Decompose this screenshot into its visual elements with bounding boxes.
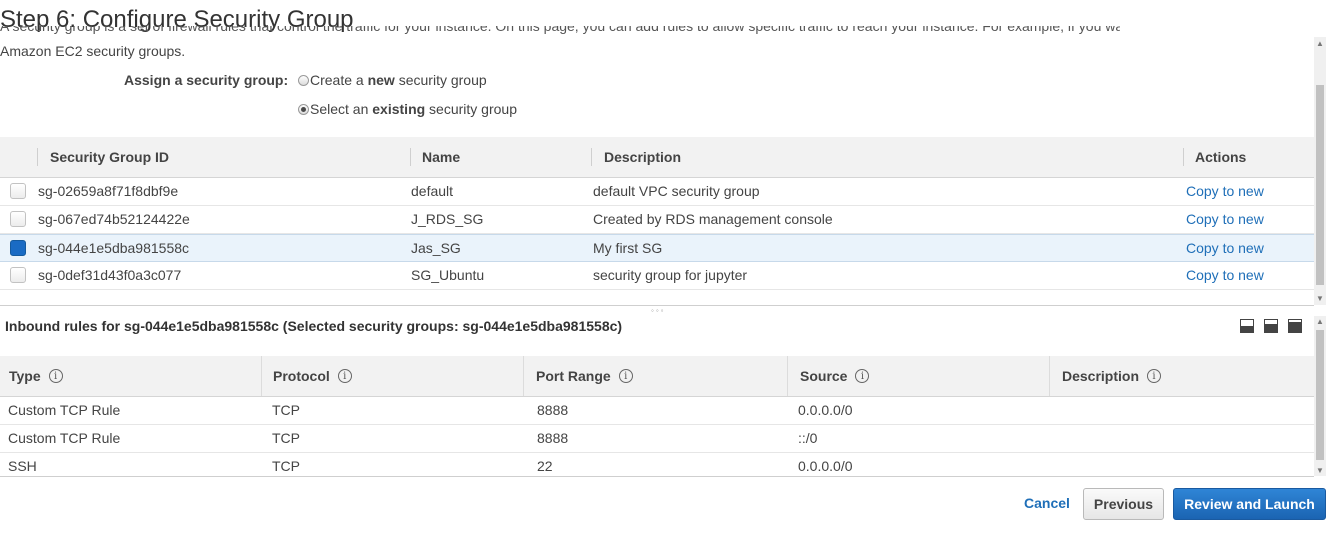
column-separator[interactable] [591,148,592,166]
rule-protocol-cell: TCP [272,402,300,418]
create-new-label: Create a new security group [310,72,487,88]
row-checkbox[interactable] [10,183,26,199]
scroll-up-arrow-icon[interactable]: ▲ [1316,39,1324,48]
copy-to-new-link[interactable]: Copy to new [1186,178,1264,205]
upper-scrollbar[interactable]: ▲ ▼ [1314,37,1326,305]
row-checkbox[interactable] [10,267,26,283]
panel-small-icon[interactable] [1240,319,1254,333]
inbound-rules-title: Inbound rules for sg-044e1e5dba981558c (… [5,318,623,334]
scroll-down-arrow-icon[interactable]: ▼ [1316,466,1324,475]
info-icon[interactable]: i [1147,369,1162,383]
scrollbar-thumb[interactable] [1316,330,1324,460]
scroll-up-arrow-icon[interactable]: ▲ [1316,317,1324,326]
column-header-port-range: Port Range i [536,356,633,396]
rules-table-header: Type i Protocol i Port Range i Source i Desc… [0,356,1314,397]
rule-row: Custom TCP Rule TCP 8888 0.0.0.0/0 [0,397,1314,425]
column-separator [787,356,788,396]
table-row[interactable]: sg-067ed74b52124422e J_RDS_SG Created by… [0,206,1314,234]
info-icon[interactable]: i [337,369,352,383]
sg-name-cell: SG_Ubuntu [411,267,485,283]
column-header-description[interactable]: Description [604,137,681,177]
lower-scrollbar[interactable]: ▲ ▼ [1314,316,1326,476]
column-header-description: Description i [1062,356,1162,396]
column-separator [261,356,262,396]
column-separator[interactable] [37,148,38,166]
create-new-sg-option[interactable]: Create a new security group [298,72,487,88]
previous-button[interactable]: Previous [1083,488,1164,520]
rule-port-cell: 8888 [537,430,569,446]
intro-text-clipped: A security group is a set of firewall ru… [0,26,1120,34]
sg-name-cell: J_RDS_SG [411,211,484,227]
security-group-table: Security Group ID Name Description Actio… [0,137,1314,290]
sg-table-header: Security Group ID Name Description Actio… [0,137,1314,178]
scrollbar-thumb[interactable] [1316,85,1324,285]
sg-description-cell: security group for jupyter [593,267,748,283]
radio-create-new[interactable] [298,74,309,86]
select-existing-label: Select an existing security group [310,101,517,117]
rule-source-cell: ::/0 [798,430,818,446]
sg-description-cell: My first SG [593,240,663,256]
column-header-source: Source i [800,356,870,396]
column-separator [1049,356,1050,396]
table-row[interactable]: sg-02659a8f71f8dbf9e default default VPC… [0,178,1314,206]
review-and-launch-button[interactable]: Review and Launch [1173,488,1326,520]
assign-security-group-label: Assign a security group: [124,72,289,88]
divider [0,476,1314,477]
info-icon[interactable]: i [48,369,63,383]
scroll-down-arrow-icon[interactable]: ▼ [1316,294,1324,303]
sg-name-cell: Jas_SG [411,240,461,256]
panel-size-controls [1240,319,1302,333]
panel-medium-icon[interactable] [1264,319,1278,333]
intro-text: Amazon EC2 security groups. [0,43,186,59]
rule-source-cell: 0.0.0.0/0 [798,402,853,418]
column-header-actions: Actions [1195,149,1247,165]
rule-port-cell: 8888 [537,402,569,418]
info-icon[interactable]: i [855,369,870,383]
sg-description-cell: default VPC security group [593,183,760,199]
sg-name-cell: default [411,183,454,199]
rule-protocol-cell: TCP [272,430,300,446]
copy-to-new-link[interactable]: Copy to new [1186,206,1264,233]
column-header-type: Type i [9,356,63,396]
column-separator [523,356,524,396]
info-icon[interactable]: i [618,369,633,383]
radio-select-existing[interactable] [298,103,309,115]
select-existing-sg-option[interactable]: Select an existing security group [298,101,517,117]
row-checkbox-checked[interactable] [10,240,26,256]
rule-row: Custom TCP Rule TCP 8888 ::/0 [0,425,1314,453]
copy-to-new-link[interactable]: Copy to new [1186,235,1264,261]
rule-type-cell: Custom TCP Rule [8,402,121,418]
column-header-protocol: Protocol i [273,356,352,396]
panel-large-icon[interactable] [1288,319,1302,333]
sg-id-cell: sg-0def31d43f0a3c077 [38,267,182,283]
inbound-rules-table: Type i Protocol i Port Range i Source i Desc… [0,356,1314,480]
sg-description-cell: Created by RDS management console [593,211,833,227]
copy-to-new-link[interactable]: Copy to new [1186,262,1264,289]
row-checkbox[interactable] [10,211,26,227]
column-separator[interactable] [1183,148,1184,166]
sg-id-cell: sg-044e1e5dba981558c [38,240,190,256]
sg-id-cell: sg-067ed74b52124422e [38,211,190,227]
column-separator[interactable] [410,148,411,166]
rule-type-cell: Custom TCP Rule [8,430,121,446]
cancel-button[interactable]: Cancel [1024,495,1070,511]
sg-id-cell: sg-02659a8f71f8dbf9e [38,183,179,199]
table-row-selected[interactable]: sg-044e1e5dba981558c Jas_SG My first SG … [0,234,1314,262]
column-header-sg-id[interactable]: Security Group ID [50,137,169,177]
resize-grip-icon[interactable]: ◦◦◦ [651,306,666,315]
table-row[interactable]: sg-0def31d43f0a3c077 SG_Ubuntu security … [0,262,1314,290]
column-header-name[interactable]: Name [422,137,460,177]
